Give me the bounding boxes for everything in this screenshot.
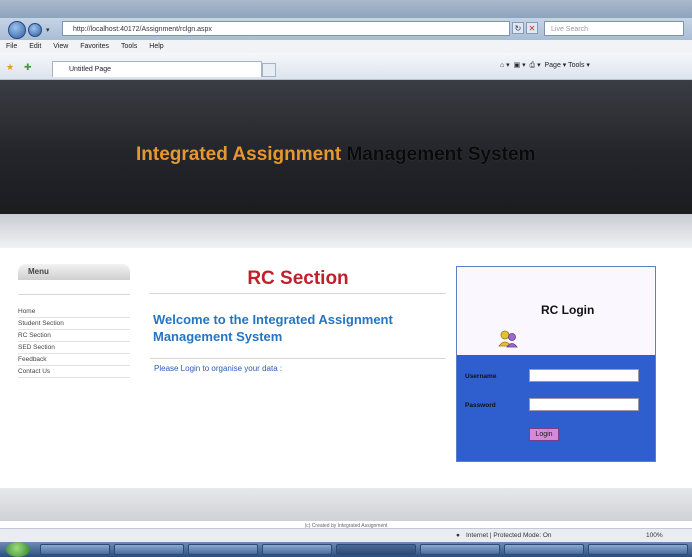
browser-menubar: File Edit View Favorites Tools Help — [0, 40, 692, 53]
side-menu: Home Student Section RC Section SED Sect… — [18, 306, 130, 378]
menu-item-feedback[interactable]: Feedback — [18, 354, 130, 366]
system-tray[interactable] — [588, 544, 688, 555]
forward-button[interactable] — [28, 23, 42, 37]
address-bar[interactable]: http://localhost:40172/Assignment/rclgn.… — [62, 21, 510, 36]
site-footer — [0, 488, 692, 521]
address-row: ▾ http://localhost:40172/Assignment/rclg… — [0, 18, 692, 40]
tab-row: ★ ✚ Untitled Page ⌂ ▾ ▣ ▾ ⎙ ▾ Page ▾ Too… — [0, 53, 692, 80]
login-instruction: Please Login to organise your data : — [154, 364, 283, 373]
security-zone[interactable]: Internet | Protected Mode: On — [466, 529, 552, 543]
print-icon[interactable]: ⎙ ▾ — [530, 62, 541, 69]
new-tab-button[interactable] — [262, 63, 276, 77]
tab-untitled-page[interactable]: Untitled Page — [52, 61, 262, 77]
taskbar-button-4[interactable] — [262, 544, 332, 555]
welcome-divider — [150, 358, 446, 359]
start-button[interactable] — [6, 542, 30, 557]
menu-tools[interactable]: Tools — [121, 43, 137, 50]
command-bar[interactable]: ⌂ ▾ ▣ ▾ ⎙ ▾ Page ▾ Tools ▾ — [500, 61, 590, 70]
site-title: Integrated Assignment Management System — [0, 144, 692, 166]
nav-dropdown-icon[interactable]: ▾ — [46, 26, 50, 34]
menu-item-student-section[interactable]: Student Section — [18, 318, 130, 330]
menu-item-home[interactable]: Home — [18, 306, 130, 318]
title-divider — [150, 293, 446, 294]
site-title-part2: Management System — [346, 144, 536, 165]
window-titlebar — [0, 0, 692, 18]
globe-icon: ● — [456, 532, 460, 539]
menu-item-sed-section[interactable]: SED Section — [18, 342, 130, 354]
add-favorite-icon[interactable]: ✚ — [24, 62, 32, 73]
header-shadow — [0, 214, 692, 248]
search-input[interactable]: Live Search — [544, 21, 684, 36]
page-title: RC Section — [247, 268, 349, 289]
username-label: Username — [465, 373, 497, 380]
taskbar-button-3[interactable] — [188, 544, 258, 555]
page-tools-menu[interactable]: Page ▾ Tools ▾ — [545, 62, 590, 69]
feeds-icon[interactable]: ▣ ▾ — [514, 62, 526, 69]
page-tab-label: Untitled Page — [69, 66, 112, 73]
taskbar-button-6[interactable] — [420, 544, 500, 555]
refresh-icon[interactable]: ↻ — [512, 22, 524, 34]
browser-statusbar: ● Internet | Protected Mode: On 100% — [0, 528, 692, 543]
taskbar-button-1[interactable] — [40, 544, 110, 555]
menu-divider — [18, 294, 130, 295]
username-field[interactable] — [529, 369, 639, 382]
taskbar-button-2[interactable] — [114, 544, 184, 555]
menu-heading: Menu — [18, 264, 130, 280]
password-field[interactable] — [529, 398, 639, 411]
taskbar-button-active[interactable] — [336, 544, 416, 555]
stop-icon[interactable]: ✕ — [526, 22, 538, 34]
login-panel: RC Login Username Password Login — [456, 266, 656, 462]
home-icon[interactable]: ⌂ ▾ — [500, 62, 510, 69]
menu-favorites[interactable]: Favorites — [80, 43, 109, 50]
login-button[interactable]: Login — [529, 428, 559, 441]
menu-item-rc-section[interactable]: RC Section — [18, 330, 130, 342]
back-button[interactable] — [8, 21, 26, 39]
welcome-line-2: Management System — [153, 329, 283, 344]
password-label: Password — [465, 402, 496, 409]
zoom-level[interactable]: 100% — [646, 529, 663, 543]
welcome-heading: Welcome to the Integrated Assignment Man… — [153, 311, 453, 345]
welcome-line-1: Welcome to the Integrated Assignment — [153, 312, 393, 327]
login-title: RC Login — [541, 303, 595, 317]
users-icon — [497, 329, 519, 349]
taskbar — [0, 542, 692, 557]
menu-view[interactable]: View — [53, 43, 68, 50]
menu-item-contact-us[interactable]: Contact Us — [18, 366, 130, 378]
taskbar-button-7[interactable] — [504, 544, 584, 555]
menu-edit[interactable]: Edit — [29, 43, 41, 50]
menu-help[interactable]: Help — [149, 43, 163, 50]
favorites-star-icon[interactable]: ★ — [6, 62, 14, 73]
menu-file[interactable]: File — [6, 43, 17, 50]
site-title-part1: Integrated Assignment — [136, 144, 342, 165]
